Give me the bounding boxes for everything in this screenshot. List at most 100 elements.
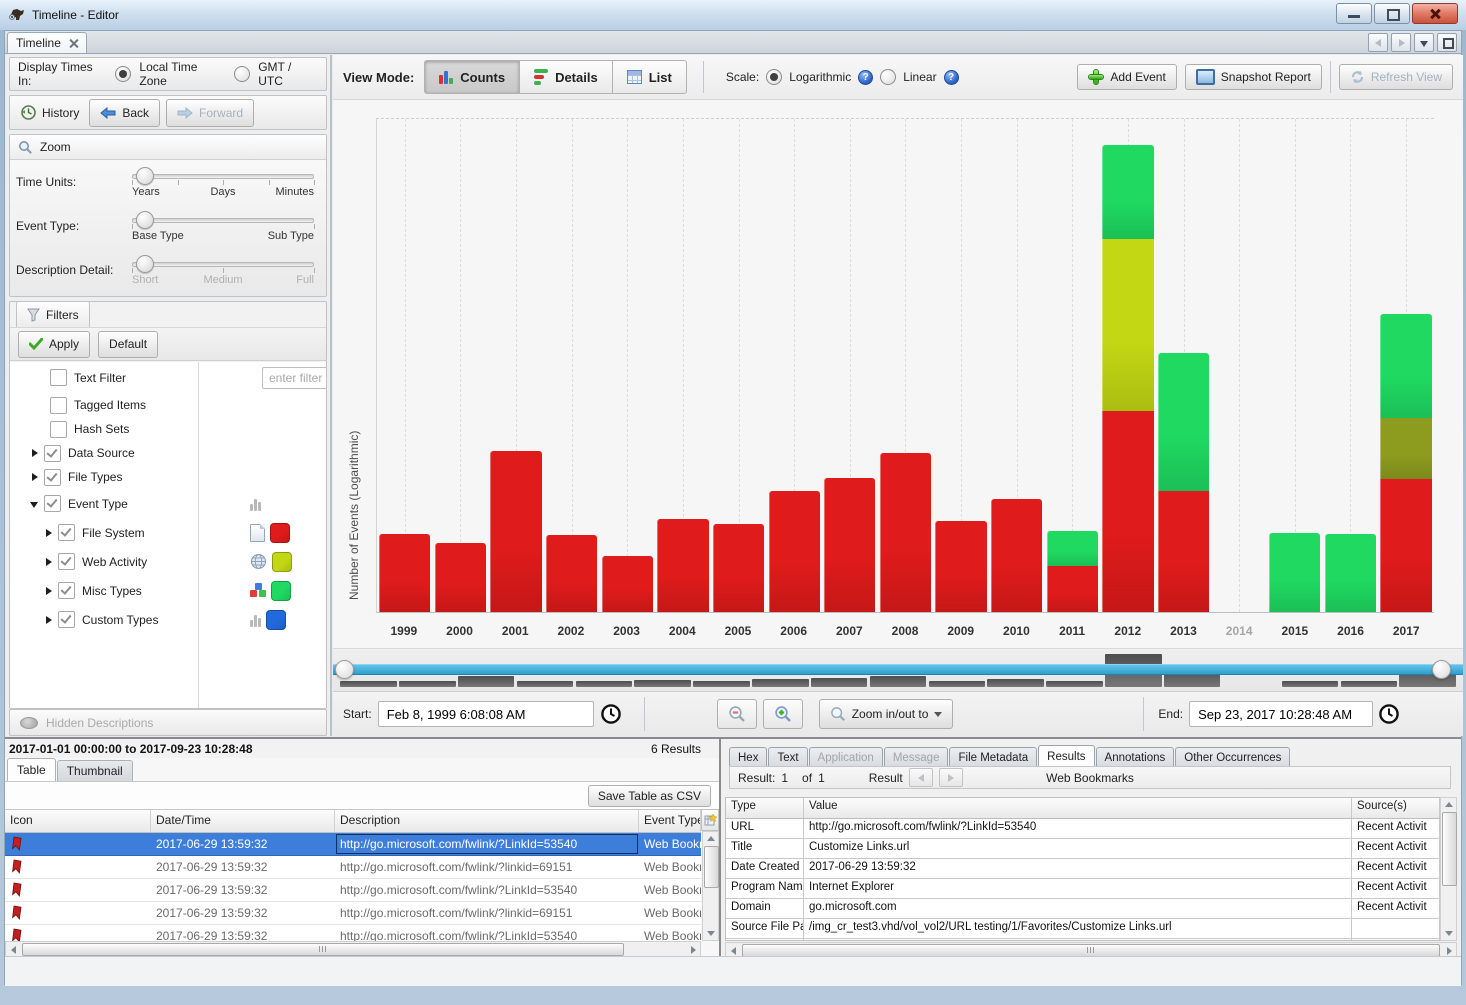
save-table-csv-button[interactable]: Save Table as CSV bbox=[588, 785, 711, 807]
stacked-bar-2001[interactable] bbox=[490, 451, 541, 612]
filter-tree-row[interactable]: Web Activity bbox=[10, 547, 326, 576]
filter-checkbox[interactable] bbox=[58, 553, 75, 570]
bar-segment-file-system[interactable] bbox=[1158, 491, 1209, 612]
stacked-bar-2006[interactable] bbox=[769, 491, 820, 612]
forward-button[interactable]: Forward bbox=[166, 99, 254, 127]
tab-table[interactable]: Table bbox=[7, 758, 56, 781]
filter-checkbox[interactable] bbox=[50, 421, 67, 438]
bar-segment-misc-types[interactable] bbox=[1047, 531, 1098, 566]
zoom-out-button[interactable] bbox=[717, 699, 757, 729]
customize-columns-button[interactable] bbox=[701, 809, 719, 831]
view-mode-counts-button[interactable]: Counts bbox=[424, 60, 520, 94]
expand-arrow-icon[interactable] bbox=[44, 615, 54, 625]
bar-segment-file-system[interactable] bbox=[546, 535, 597, 612]
scrollbar-thumb[interactable] bbox=[704, 846, 719, 888]
back-button[interactable]: Back bbox=[89, 99, 160, 127]
bar-segment-misc-types[interactable] bbox=[1102, 145, 1153, 239]
hidden-descriptions-bar[interactable]: Hidden Descriptions bbox=[9, 709, 327, 736]
bar-segment-file-system[interactable] bbox=[713, 524, 764, 612]
bar-segment-file-system[interactable] bbox=[435, 543, 486, 612]
bar-segment-file-system[interactable] bbox=[935, 521, 986, 612]
help-icon[interactable] bbox=[858, 70, 873, 85]
close-button[interactable] bbox=[1412, 3, 1458, 24]
tab-hex[interactable]: Hex bbox=[729, 747, 767, 768]
bar-segment-file-system[interactable] bbox=[1102, 411, 1153, 612]
expand-arrow-icon[interactable] bbox=[44, 528, 54, 538]
filter-checkbox[interactable] bbox=[44, 445, 61, 462]
expand-arrow-icon[interactable] bbox=[30, 472, 40, 482]
range-start-handle[interactable] bbox=[335, 660, 354, 679]
apply-button[interactable]: Apply bbox=[18, 331, 90, 358]
refresh-view-button[interactable]: Refresh View bbox=[1339, 64, 1453, 90]
table-row[interactable]: 2017-06-29 13:59:32http://go.microsoft.c… bbox=[5, 833, 701, 856]
add-event-button[interactable]: Add Event bbox=[1077, 64, 1176, 90]
tab-other-occurrences[interactable]: Other Occurrences bbox=[1175, 747, 1290, 768]
range-selection-band[interactable] bbox=[333, 664, 1463, 675]
scrollbar-thumb[interactable] bbox=[22, 943, 624, 956]
chart-plot-area[interactable] bbox=[376, 118, 1434, 613]
scroll-left-arrow[interactable] bbox=[7, 944, 19, 956]
filter-tree-row[interactable]: File System bbox=[10, 518, 326, 547]
filter-tree-row[interactable]: Text Filter bbox=[10, 362, 326, 393]
filter-tree-row[interactable]: Hash Sets bbox=[10, 417, 326, 441]
view-mode-list-button[interactable]: List bbox=[613, 60, 687, 94]
stacked-bar-2010[interactable] bbox=[991, 499, 1042, 612]
stacked-bar-2013[interactable] bbox=[1158, 353, 1209, 612]
column-header-datetime[interactable]: Date/Time bbox=[151, 810, 335, 832]
attribute-row[interactable]: Date Created2017-06-29 13:59:32Recent Ac… bbox=[726, 859, 1440, 879]
bar-segment-web-activity[interactable] bbox=[1380, 418, 1431, 479]
stacked-bar-2015[interactable] bbox=[1269, 533, 1320, 612]
attribute-row[interactable]: TitleCustomize Links.urlRecent Activit bbox=[726, 839, 1440, 859]
snapshot-report-button[interactable]: Snapshot Report bbox=[1185, 64, 1322, 90]
history-button[interactable]: History bbox=[16, 104, 83, 121]
tab-thumbnail[interactable]: Thumbnail bbox=[57, 760, 133, 781]
bar-segment-file-system[interactable] bbox=[602, 556, 653, 612]
stacked-bar-2008[interactable] bbox=[880, 453, 931, 612]
table-row[interactable]: 2017-06-29 13:59:32http://go.microsoft.c… bbox=[5, 856, 701, 879]
maximize-view-button[interactable] bbox=[1437, 33, 1457, 52]
bar-segment-file-system[interactable] bbox=[379, 534, 430, 612]
gmt-utc-label[interactable]: GMT / UTC bbox=[258, 60, 318, 88]
expand-arrow-icon[interactable] bbox=[44, 557, 54, 567]
stacked-bar-2016[interactable] bbox=[1325, 534, 1376, 612]
bar-segment-file-system[interactable] bbox=[769, 491, 820, 612]
results-horizontal-scrollbar[interactable] bbox=[5, 941, 701, 957]
scroll-right-arrow[interactable] bbox=[687, 944, 699, 956]
attribute-row[interactable]: Source File Pa/img_cr_test3.vhd/vol_vol2… bbox=[726, 919, 1440, 939]
stacked-bar-2003[interactable] bbox=[602, 556, 653, 612]
scale-linear-radio[interactable] bbox=[880, 69, 896, 85]
tab-annotations[interactable]: Annotations bbox=[1096, 747, 1175, 768]
filter-tree-row[interactable]: File Types bbox=[10, 465, 326, 489]
bar-segment-file-system[interactable] bbox=[880, 453, 931, 612]
column-header-description[interactable]: Description bbox=[335, 810, 639, 832]
help-icon[interactable] bbox=[944, 70, 959, 85]
bar-segment-file-system[interactable] bbox=[1380, 479, 1431, 612]
stacked-bar-2005[interactable] bbox=[713, 524, 764, 612]
stacked-bar-2007[interactable] bbox=[824, 478, 875, 612]
table-row[interactable]: 2017-06-29 13:59:32http://go.microsoft.c… bbox=[5, 879, 701, 902]
collapse-arrow-icon[interactable] bbox=[30, 499, 40, 509]
scale-linear-label[interactable]: Linear bbox=[903, 70, 936, 84]
scale-logarithmic-radio[interactable] bbox=[766, 69, 782, 85]
column-header-type[interactable]: Type bbox=[726, 798, 804, 818]
tab-scroll-left-button[interactable] bbox=[1368, 33, 1388, 52]
expand-arrow-icon[interactable] bbox=[44, 586, 54, 596]
filter-checkbox[interactable] bbox=[44, 469, 61, 486]
filter-checkbox[interactable] bbox=[58, 582, 75, 599]
bar-segment-file-system[interactable] bbox=[824, 478, 875, 612]
bar-segment-misc-types[interactable] bbox=[1158, 353, 1209, 491]
filter-tree-row[interactable]: Data Source bbox=[10, 441, 326, 465]
filter-tree-row[interactable]: Misc Types bbox=[10, 576, 326, 605]
stacked-bar-2017[interactable] bbox=[1380, 314, 1431, 612]
view-mode-details-button[interactable]: Details bbox=[520, 60, 613, 94]
filter-checkbox[interactable] bbox=[50, 397, 67, 414]
range-end-handle[interactable] bbox=[1432, 660, 1451, 679]
bar-segment-file-system[interactable] bbox=[657, 519, 708, 612]
bar-segment-misc-types[interactable] bbox=[1269, 533, 1320, 612]
zoom-panel-header[interactable]: Zoom bbox=[10, 135, 326, 160]
attributes-vertical-scrollbar[interactable] bbox=[1440, 797, 1457, 941]
local-time-zone-radio[interactable] bbox=[115, 66, 131, 82]
minimize-button[interactable] bbox=[1336, 3, 1372, 24]
stacked-bar-2000[interactable] bbox=[435, 543, 486, 612]
end-clock-button[interactable] bbox=[1378, 703, 1400, 725]
